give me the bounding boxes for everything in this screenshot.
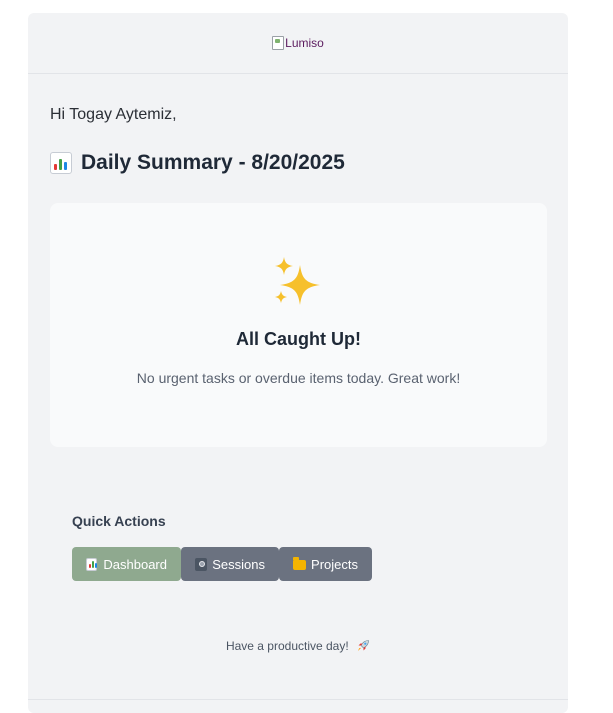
dashboard-button-label: Dashboard	[103, 556, 167, 572]
bar-chart-icon	[86, 557, 98, 571]
footer-divider	[28, 699, 568, 700]
logo-alt-text: Lumiso	[285, 36, 324, 50]
page-title-text: Daily Summary - 8/20/2025	[81, 151, 345, 174]
rocket-icon	[358, 640, 369, 651]
status-title: All Caught Up!	[236, 329, 361, 349]
status-text: No urgent tasks or overdue items today. …	[136, 370, 461, 386]
broken-image-icon	[272, 36, 285, 50]
closing-text: Have a productive day!	[225, 639, 349, 653]
quick-actions-buttons: Dashboard Sessions Projects	[72, 547, 372, 581]
dashboard-button[interactable]: Dashboard	[72, 547, 181, 581]
projects-button[interactable]: Projects	[279, 547, 372, 581]
sessions-button-label: Sessions	[212, 556, 265, 572]
projects-button-label: Projects	[311, 556, 358, 572]
quick-actions-label: Quick Actions	[72, 513, 166, 529]
bar-chart-icon	[50, 152, 72, 174]
sparkles-icon	[275, 257, 320, 305]
greeting: Hi Togay Aytemiz,	[50, 106, 177, 123]
closing-message: Have a productive day!	[28, 639, 568, 653]
logo-image[interactable]: Lumiso	[272, 36, 324, 50]
email-card: Lumiso Hi Togay Aytemiz, Daily Summary -…	[28, 13, 568, 713]
camera-flash-icon	[195, 557, 208, 571]
summary-box: All Caught Up! No urgent tasks or overdu…	[50, 203, 547, 447]
sessions-button[interactable]: Sessions	[181, 547, 279, 581]
email-header: Lumiso	[28, 13, 568, 74]
folder-icon	[293, 557, 307, 570]
page-title: Daily Summary - 8/20/2025	[50, 151, 345, 175]
